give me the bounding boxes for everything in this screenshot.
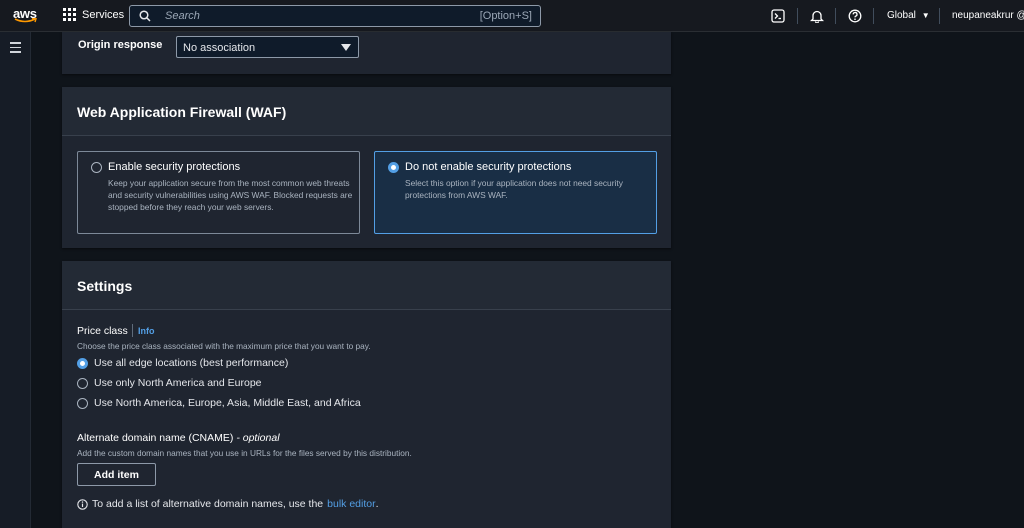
settings-title: Settings bbox=[77, 278, 133, 294]
nav-divider bbox=[873, 8, 874, 24]
waf-option-title: Enable security protections bbox=[108, 161, 241, 173]
waf-panel-header: Web Application Firewall (WAF) bbox=[62, 87, 671, 136]
cname-label-text: Alternate domain name (CNAME) bbox=[77, 432, 234, 444]
label-divider bbox=[132, 324, 133, 337]
cname-hint: Add the custom domain names that you use… bbox=[77, 448, 412, 458]
radio-button[interactable] bbox=[91, 162, 102, 173]
services-menu-button[interactable]: Services bbox=[63, 8, 124, 21]
note-text: To add a list of alternative domain name… bbox=[92, 498, 324, 510]
waf-option-disable[interactable]: Do not enable security protections Selec… bbox=[374, 151, 657, 234]
price-class-label: Price class bbox=[77, 325, 128, 337]
radio-button-selected[interactable] bbox=[77, 357, 88, 369]
waf-panel: Web Application Firewall (WAF) Enable se… bbox=[62, 87, 671, 248]
radio-button[interactable] bbox=[77, 377, 88, 389]
origin-response-value: No association bbox=[183, 42, 256, 54]
caret-down-icon bbox=[341, 44, 351, 51]
radio-button-selected[interactable] bbox=[388, 162, 399, 173]
account-label: neupaneakrur @ bbox=[952, 10, 1024, 21]
price-option-label: Use all edge locations (best performance… bbox=[94, 357, 289, 369]
bell-icon[interactable] bbox=[810, 9, 824, 23]
search-input[interactable] bbox=[165, 10, 465, 22]
price-option-all-edge[interactable]: Use all edge locations (best performance… bbox=[77, 357, 288, 369]
region-selector[interactable]: Global ▼ bbox=[887, 10, 930, 21]
grid-icon bbox=[63, 8, 76, 21]
smile-arrow-icon bbox=[14, 18, 37, 23]
aws-logo[interactable]: aws bbox=[13, 5, 39, 27]
bulk-editor-note: To add a list of alternative domain name… bbox=[77, 498, 379, 510]
settings-panel-header: Settings bbox=[62, 261, 671, 310]
cloudshell-icon[interactable] bbox=[771, 9, 785, 23]
search-box[interactable]: [Option+S] bbox=[129, 5, 541, 27]
search-icon bbox=[139, 10, 151, 22]
info-link[interactable]: Info bbox=[138, 326, 155, 336]
price-option-label: Use only North America and Europe bbox=[94, 377, 262, 389]
waf-option-title: Do not enable security protections bbox=[405, 161, 572, 173]
note-end: . bbox=[375, 498, 379, 510]
caret-down-icon: ▼ bbox=[921, 11, 930, 20]
top-navigation-bar: aws Services [Option+S] Global bbox=[0, 0, 1024, 32]
add-item-button[interactable]: Add item bbox=[77, 463, 156, 486]
origin-response-label: Origin response bbox=[78, 39, 163, 51]
waf-option-enable[interactable]: Enable security protections Keep your ap… bbox=[77, 151, 360, 234]
waf-title: Web Application Firewall (WAF) bbox=[77, 104, 287, 120]
radio-button[interactable] bbox=[77, 397, 88, 409]
info-icon bbox=[77, 498, 88, 510]
account-menu[interactable]: neupaneakrur @ bbox=[952, 10, 1024, 21]
settings-panel: Settings Price class Info Choose the pri… bbox=[62, 261, 671, 528]
cname-label: Alternate domain name (CNAME) - optional bbox=[77, 432, 280, 444]
nav-divider bbox=[835, 8, 836, 24]
price-option-na-europe[interactable]: Use only North America and Europe bbox=[77, 377, 262, 389]
menu-icon[interactable] bbox=[10, 42, 21, 53]
cname-optional-text: - optional bbox=[236, 432, 280, 444]
waf-option-description: Keep your application secure from the mo… bbox=[108, 178, 353, 213]
price-class-hint: Choose the price class associated with t… bbox=[77, 341, 371, 351]
side-navigation-rail bbox=[0, 32, 31, 528]
help-icon[interactable] bbox=[848, 9, 862, 23]
nav-divider bbox=[939, 8, 940, 24]
price-option-label: Use North America, Europe, Asia, Middle … bbox=[94, 397, 361, 409]
services-label: Services bbox=[82, 8, 125, 21]
price-option-na-eu-asia-me-africa[interactable]: Use North America, Europe, Asia, Middle … bbox=[77, 397, 361, 409]
waf-option-description: Select this option if your application d… bbox=[405, 178, 623, 201]
origin-response-select[interactable]: No association bbox=[176, 36, 359, 58]
origin-panel: Origin response No association bbox=[62, 32, 671, 74]
search-shortcut-hint: [Option+S] bbox=[479, 10, 532, 22]
nav-divider bbox=[797, 8, 798, 24]
bulk-editor-link[interactable]: bulk editor bbox=[327, 498, 375, 510]
region-label: Global bbox=[887, 10, 916, 21]
